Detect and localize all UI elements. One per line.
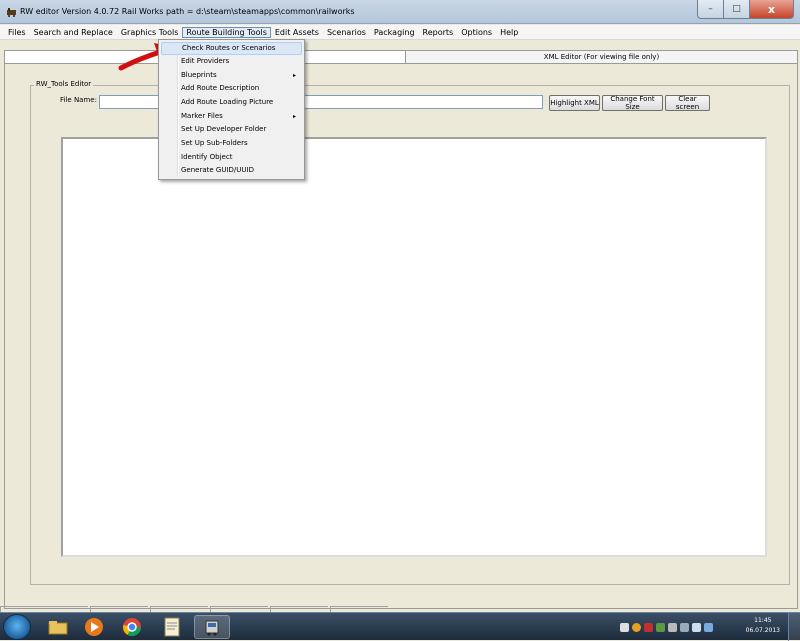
highlight-xml-button[interactable]: Highlight XML bbox=[549, 95, 600, 111]
taskbar-clock[interactable]: 11:45 06.07.2013 bbox=[746, 616, 780, 636]
submenu-arrow-icon: ▸ bbox=[292, 113, 296, 120]
menu-item-label: Set Up Developer Folder bbox=[181, 125, 267, 133]
menu-item-label: Marker Files bbox=[181, 112, 223, 120]
app-window: RW editor Version 4.0.72 Rail Works path… bbox=[0, 0, 800, 612]
menu-item-label: Add Route Description bbox=[181, 84, 260, 92]
menu-item-label: Blueprints bbox=[181, 71, 217, 79]
menu-item-marker-files[interactable]: Marker Files ▸ bbox=[161, 110, 302, 123]
menu-item-generate-guid[interactable]: Generate GUID/UUID bbox=[161, 164, 302, 177]
window-title: RW editor Version 4.0.72 Rail Works path… bbox=[20, 7, 355, 16]
minimize-button[interactable]: – bbox=[697, 0, 724, 19]
menu-search-replace[interactable]: Search and Replace bbox=[30, 27, 117, 38]
menu-options[interactable]: Options bbox=[457, 27, 496, 38]
show-desktop-button[interactable] bbox=[788, 613, 800, 641]
menu-route-building-tools[interactable]: Route Building Tools bbox=[182, 26, 271, 38]
route-building-tools-menu: Check Routes or Scenarios Edit Providers… bbox=[158, 39, 305, 180]
menu-item-edit-providers[interactable]: Edit Providers bbox=[161, 55, 302, 68]
change-font-size-button[interactable]: Change Font Size bbox=[602, 95, 663, 111]
maximize-button[interactable]: □ bbox=[724, 0, 750, 19]
monitor-tray-icon[interactable] bbox=[680, 622, 689, 632]
volume-tray-icon[interactable] bbox=[692, 622, 701, 632]
clock-date: 06.07.2013 bbox=[745, 627, 780, 634]
menu-item-label: Identify Object bbox=[181, 153, 233, 161]
network-tray-icon[interactable] bbox=[656, 622, 665, 632]
menu-packaging[interactable]: Packaging bbox=[370, 27, 419, 38]
antivirus-tray-icon[interactable] bbox=[632, 622, 641, 632]
rw-editor-icon[interactable] bbox=[194, 615, 230, 639]
tab-xml-editor[interactable]: XML Editor (For viewing file only) bbox=[405, 50, 798, 63]
flag-tray-icon[interactable] bbox=[668, 622, 677, 632]
clock-time: 11:45 bbox=[754, 617, 772, 624]
menu-item-identify-object[interactable]: Identify Object bbox=[161, 151, 302, 164]
menu-files[interactable]: Files bbox=[4, 27, 30, 38]
menu-scenarios[interactable]: Scenarios bbox=[323, 27, 370, 38]
explorer-icon[interactable] bbox=[40, 615, 76, 639]
rw-app-icon bbox=[7, 8, 16, 17]
menu-item-label: Add Route Loading Picture bbox=[181, 98, 274, 106]
editor-text-area[interactable] bbox=[61, 137, 767, 557]
groupbox-title: RW_Tools Editor bbox=[34, 80, 94, 88]
menu-item-check-routes[interactable]: Check Routes or Scenarios bbox=[161, 42, 302, 55]
menu-item-label: Check Routes or Scenarios bbox=[182, 44, 276, 52]
menu-item-label: Edit Providers bbox=[181, 57, 230, 65]
window-controls: – □ x bbox=[697, 0, 794, 20]
chrome-icon[interactable] bbox=[114, 615, 150, 639]
menu-item-label: Set Up Sub-Folders bbox=[181, 139, 248, 147]
menu-item-blueprints[interactable]: Blueprints ▸ bbox=[161, 69, 302, 82]
submenu-arrow-icon: ▸ bbox=[292, 72, 296, 79]
menu-item-set-up-developer-folder[interactable]: Set Up Developer Folder bbox=[161, 123, 302, 136]
menu-item-label: Generate GUID/UUID bbox=[181, 166, 254, 174]
notepad-icon[interactable] bbox=[154, 615, 190, 639]
title-bar[interactable]: RW editor Version 4.0.72 Rail Works path… bbox=[0, 0, 800, 24]
menu-item-add-route-description[interactable]: Add Route Description bbox=[161, 82, 302, 95]
system-tray bbox=[620, 617, 713, 637]
clear-screen-button[interactable]: Clear screen bbox=[665, 95, 710, 111]
signal-tray-icon[interactable] bbox=[704, 622, 713, 632]
menu-item-add-route-loading-picture[interactable]: Add Route Loading Picture bbox=[161, 96, 302, 109]
media-player-icon[interactable] bbox=[76, 615, 112, 639]
close-button[interactable]: x bbox=[750, 0, 794, 19]
taskbar: 11:45 06.07.2013 bbox=[0, 612, 800, 641]
file-name-label: File Name: bbox=[60, 96, 97, 104]
menu-edit-assets[interactable]: Edit Assets bbox=[271, 27, 323, 38]
menu-bar: Files Search and Replace Graphics Tools … bbox=[0, 25, 800, 40]
menu-reports[interactable]: Reports bbox=[419, 27, 458, 38]
app-tray-icon[interactable] bbox=[644, 622, 653, 632]
menu-help[interactable]: Help bbox=[496, 27, 522, 38]
steam-tray-icon[interactable] bbox=[620, 622, 629, 632]
menu-item-set-up-sub-folders[interactable]: Set Up Sub-Folders bbox=[161, 137, 302, 150]
start-button[interactable] bbox=[3, 614, 31, 640]
menu-graphics-tools[interactable]: Graphics Tools bbox=[117, 27, 183, 38]
